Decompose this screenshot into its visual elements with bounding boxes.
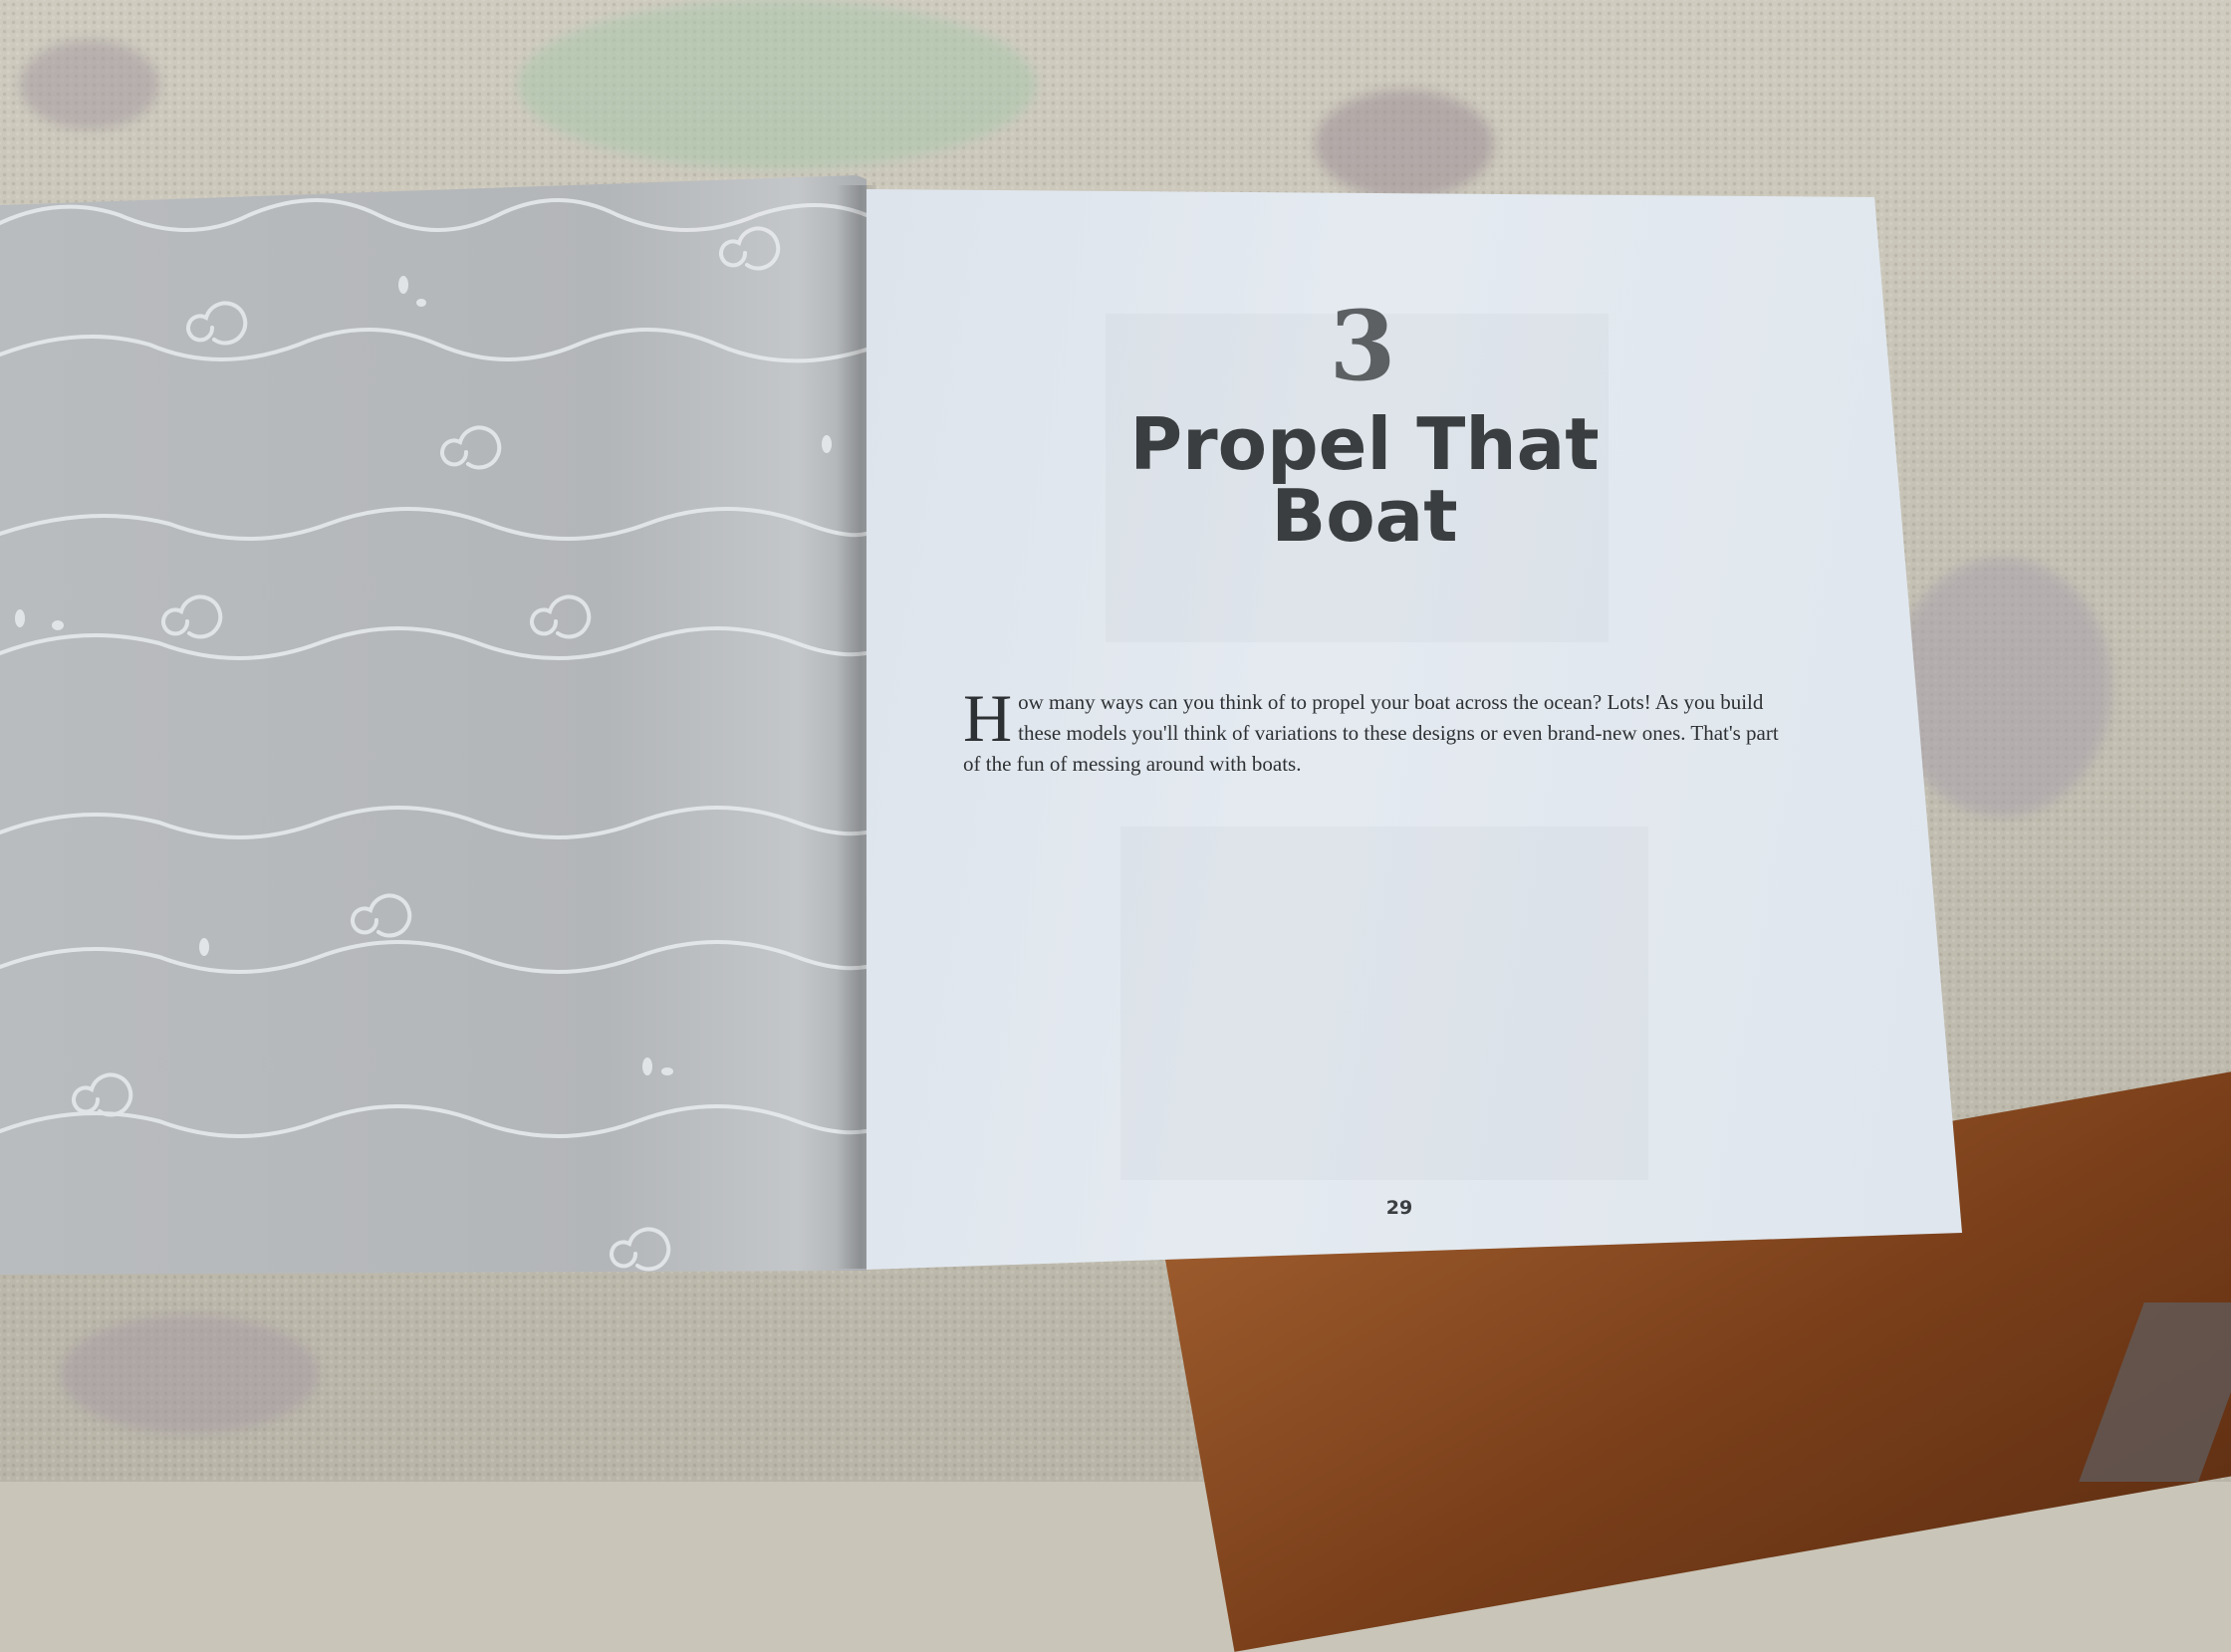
left-page [0,175,867,1275]
droplet [642,1058,652,1075]
wave-line [0,806,867,839]
droplet [52,620,64,630]
chapter-title: Propel That Boat [1129,402,1600,558]
rug-pattern-flower [60,1314,319,1434]
spiral [610,1227,671,1272]
drop-cap: H [963,680,1013,756]
droplet [15,609,25,627]
wave-line [0,1104,867,1138]
spiral [186,301,248,346]
wave-line [0,626,867,660]
spiral [72,1072,133,1117]
droplet [398,276,408,294]
spiral [351,893,412,938]
spiral [161,594,223,639]
intro-text: ow many ways can you think of to propel … [963,690,1779,776]
chapter-number: 3 [1329,290,1396,402]
rug-pattern-flower [1315,90,1494,199]
spiral [440,425,502,470]
wave-line [0,328,867,363]
droplet [199,938,209,956]
droplet [822,435,832,453]
spiral [530,594,592,639]
spiral [719,226,781,271]
page-number: 29 [1385,1197,1413,1219]
wave-line [0,940,867,974]
rug-pattern-flower [518,0,1036,169]
droplet [661,1067,673,1075]
intro-paragraph: How many ways can you think of to propel… [963,680,1780,780]
show-through-block [1120,826,1648,1180]
rug-pattern-flower [20,40,159,129]
droplet [416,299,426,307]
wave-line [0,198,867,232]
rug-pattern-flower [1892,558,2111,817]
wave-line [0,507,867,541]
wave-pattern [0,198,867,1272]
